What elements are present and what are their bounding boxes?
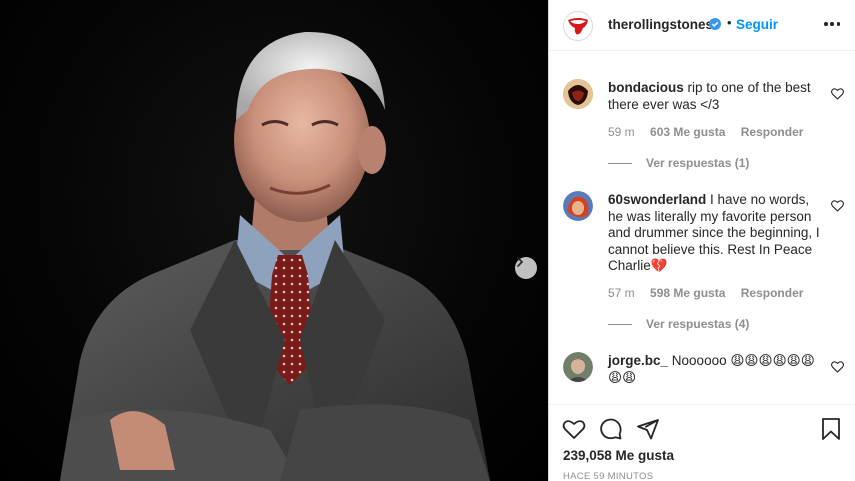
comment-meta: 57 m 598 Me gusta Responder [608, 286, 815, 300]
likes-count[interactable]: 239,058 Me gusta [563, 448, 674, 463]
avatar[interactable] [563, 191, 593, 221]
comments-list[interactable]: bondacious rip to one of the best there … [549, 52, 855, 398]
reply-button[interactable]: Responder [741, 125, 804, 139]
comment-time: 57 m [608, 286, 635, 300]
view-replies-button[interactable]: Ver respuestas (1) [608, 156, 749, 170]
rolling-stones-tongue-logo-icon [568, 18, 588, 35]
portrait-illustration [60, 31, 490, 481]
comment-text: 60swonderland I have no words, he was li… [608, 192, 823, 275]
avatar-image [563, 352, 593, 382]
next-photo-button[interactable] [515, 257, 537, 279]
post-timestamp: HACE 59 MINUTOS [563, 471, 654, 481]
comment-username[interactable]: jorge.bc_ [608, 353, 668, 368]
verified-badge-icon [709, 18, 721, 30]
post-photo[interactable] [0, 0, 548, 481]
heart-icon[interactable] [831, 361, 844, 373]
replies-line [608, 162, 632, 164]
post-header: therollingstones • Seguir [549, 0, 855, 51]
heart-icon[interactable] [831, 200, 844, 212]
comment-icon[interactable] [599, 417, 623, 441]
reply-button[interactable]: Responder [741, 286, 804, 300]
comment-likes[interactable]: 603 Me gusta [650, 125, 725, 139]
follow-button[interactable]: Seguir [736, 17, 778, 32]
share-icon[interactable] [636, 417, 660, 441]
comment-text: jorge.bc_ Noooooo 😩😩😩😩😩😩😩😩 [608, 353, 823, 386]
separator-dot: • [727, 15, 732, 30]
bookmark-icon[interactable] [819, 417, 843, 441]
view-replies-label: Ver respuestas (1) [646, 156, 750, 170]
comment-time: 59 m [608, 125, 635, 139]
heart-icon[interactable] [562, 417, 586, 441]
comment-meta: 59 m 603 Me gusta Responder [608, 125, 815, 139]
avatar-image [563, 191, 593, 221]
avatar[interactable] [563, 352, 593, 382]
comment-username[interactable]: bondacious [608, 80, 684, 95]
comment-username[interactable]: 60swonderland [608, 192, 706, 207]
avatar[interactable] [563, 79, 593, 109]
account-avatar[interactable] [563, 11, 593, 41]
more-options-icon[interactable] [824, 22, 840, 28]
post-side-panel: therollingstones • Seguir bondacious rip… [549, 0, 855, 481]
heart-icon[interactable] [831, 88, 844, 100]
view-replies-label: Ver respuestas (4) [646, 317, 750, 331]
avatar-image [563, 79, 593, 109]
account-username[interactable]: therollingstones [608, 17, 713, 32]
view-replies-button[interactable]: Ver respuestas (4) [608, 317, 749, 331]
chevron-right-icon [517, 257, 524, 267]
post-actions: 239,058 Me gusta HACE 59 MINUTOS [549, 404, 855, 481]
comment-text: bondacious rip to one of the best there … [608, 80, 823, 113]
replies-line [608, 323, 632, 325]
comment-likes[interactable]: 598 Me gusta [650, 286, 725, 300]
